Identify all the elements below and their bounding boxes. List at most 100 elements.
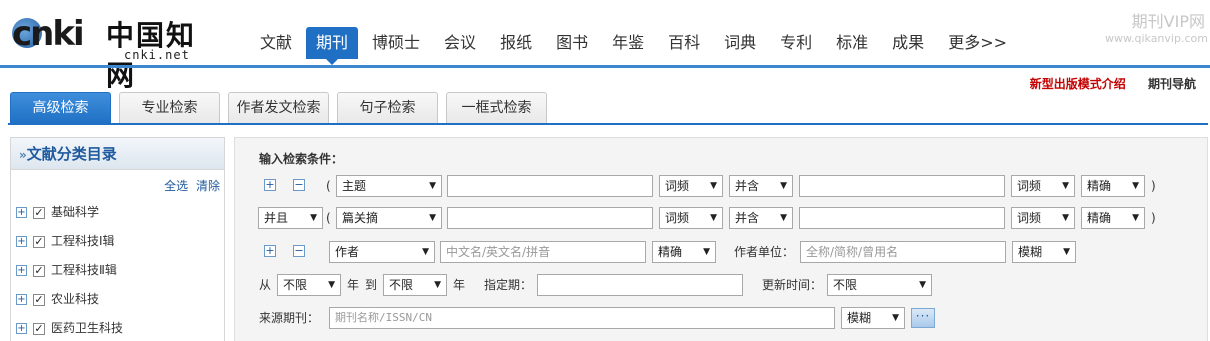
category-label: 工程科技Ⅰ辑 bbox=[51, 234, 115, 248]
nav-item-8[interactable]: 词典 bbox=[714, 27, 766, 59]
category-item[interactable]: + ✓ 工程科技Ⅰ辑 bbox=[11, 227, 224, 256]
nav-item-3[interactable]: 会议 bbox=[434, 27, 486, 59]
watermark-title: 期刊VIP网 bbox=[1131, 12, 1205, 31]
category-item[interactable]: + ✓ 农业科技 bbox=[11, 285, 224, 314]
match-select-2[interactable]: 精确 bbox=[1081, 207, 1145, 229]
paren-open: ( bbox=[326, 211, 331, 225]
update-time-select[interactable]: 不限 bbox=[827, 274, 932, 296]
author-unit-label: 作者单位： bbox=[734, 245, 795, 259]
unit-match-select[interactable]: 模糊 bbox=[1012, 241, 1076, 263]
cnki-logo[interactable]: cnki 中国知网 cnki.net bbox=[10, 12, 215, 92]
category-item[interactable]: + ✓ 基础科学 bbox=[11, 198, 224, 227]
nav-item-4[interactable]: 报纸 bbox=[490, 27, 542, 59]
main-nav: 文献 期刊 博硕士 会议 报纸 图书 年鉴 百科 词典 专利 标准 成果 更多>> bbox=[250, 27, 1021, 65]
year-label-2: 年 bbox=[453, 278, 466, 292]
category-item[interactable]: + ✓ 医药卫生科技 bbox=[11, 314, 224, 341]
nav-item-6[interactable]: 年鉴 bbox=[602, 27, 654, 59]
op-select-1[interactable]: 并含 bbox=[729, 175, 793, 197]
keyword-input-1b[interactable] bbox=[799, 175, 1005, 197]
freq-select-2b[interactable]: 词频 bbox=[1011, 207, 1075, 229]
add-author-button[interactable]: + bbox=[264, 245, 276, 257]
nav-item-5[interactable]: 图书 bbox=[546, 27, 598, 59]
category-label: 工程科技Ⅱ辑 bbox=[51, 263, 117, 277]
paren-open: ( bbox=[326, 179, 331, 193]
author-name-input[interactable]: 中文名/英文名/拼音 bbox=[440, 241, 646, 263]
category-label: 基础科学 bbox=[51, 205, 100, 219]
field-select-2[interactable]: 篇关摘 bbox=[336, 207, 442, 229]
freq-select-2a[interactable]: 词频 bbox=[659, 207, 723, 229]
sidebar-title: »文献分类目录 bbox=[11, 138, 224, 170]
category-label: 医药卫生科技 bbox=[51, 321, 124, 335]
paren-close: ) bbox=[1151, 179, 1156, 193]
sidebar-tools: 全选 清除 bbox=[11, 170, 224, 198]
keyword-input-2a[interactable] bbox=[447, 207, 653, 229]
nav-item-7[interactable]: 百科 bbox=[658, 27, 710, 59]
category-label: 农业科技 bbox=[51, 292, 100, 306]
search-conditions-label: 输入检索条件： bbox=[259, 152, 344, 166]
header: cnki 中国知网 cnki.net 文献 期刊 博硕士 会议 报纸 图书 年鉴 百科 词典 专利… bbox=[0, 0, 1210, 92]
category-checkbox[interactable]: ✓ bbox=[33, 293, 45, 306]
update-time-label: 更新时间： bbox=[762, 278, 823, 292]
category-checkbox[interactable]: ✓ bbox=[33, 264, 45, 277]
raquo-icon: » bbox=[19, 148, 27, 162]
category-checkbox[interactable]: ✓ bbox=[33, 235, 45, 248]
tab-underline bbox=[8, 123, 1208, 125]
tab-sentence-search[interactable]: 句子检索 bbox=[337, 92, 438, 124]
nav-item-1[interactable]: 期刊 bbox=[306, 27, 359, 65]
watermark: 期刊VIP网 www.qikanvip.com bbox=[1105, 8, 1208, 45]
remove-author-button[interactable]: − bbox=[293, 245, 305, 257]
expand-icon[interactable]: + bbox=[16, 207, 27, 218]
author-match-select[interactable]: 精确 bbox=[652, 241, 716, 263]
author-field-select[interactable]: 作者 bbox=[329, 241, 435, 263]
nav-item-2[interactable]: 博硕士 bbox=[362, 27, 430, 59]
match-select-1[interactable]: 精确 bbox=[1081, 175, 1145, 197]
nav-item-12[interactable]: 更多>> bbox=[938, 27, 1017, 59]
field-select-1[interactable]: 主题 bbox=[336, 175, 442, 197]
year-from-select[interactable]: 不限 bbox=[277, 274, 341, 296]
source-match-select[interactable]: 模糊 bbox=[841, 307, 905, 329]
source-journal-input[interactable]: 期刊名称/ISSN/CN bbox=[329, 307, 835, 329]
nav-item-9[interactable]: 专利 bbox=[770, 27, 822, 59]
journal-navigation-link[interactable]: 期刊导航 bbox=[1148, 77, 1196, 91]
keyword-input-2b[interactable] bbox=[799, 207, 1005, 229]
clear-link[interactable]: 清除 bbox=[196, 179, 220, 193]
watermark-url: www.qikanvip.com bbox=[1105, 32, 1208, 45]
from-label: 从 bbox=[259, 278, 272, 292]
remove-condition-button[interactable]: − bbox=[293, 179, 305, 191]
expand-icon[interactable]: + bbox=[16, 323, 27, 334]
expand-icon[interactable]: + bbox=[16, 236, 27, 247]
nav-item-0[interactable]: 文献 bbox=[250, 27, 302, 59]
tab-author-search[interactable]: 作者发文检索 bbox=[228, 92, 329, 124]
search-panel: 输入检索条件： + − ( 主题 词频 并含 词频 精确 ) 并且 ( 篇关摘 … bbox=[234, 137, 1208, 341]
nav-item-10[interactable]: 标准 bbox=[826, 27, 878, 59]
logo-url: cnki.net bbox=[124, 48, 190, 62]
freq-select-1a[interactable]: 词频 bbox=[659, 175, 723, 197]
category-checkbox[interactable]: ✓ bbox=[33, 322, 45, 335]
right-links: 新型出版模式介绍 期刊导航 bbox=[1012, 75, 1196, 92]
expand-icon[interactable]: + bbox=[16, 265, 27, 276]
select-all-link[interactable]: 全选 bbox=[164, 179, 188, 193]
tab-professional-search[interactable]: 专业检索 bbox=[119, 92, 220, 124]
source-journal-label: 来源期刊： bbox=[259, 311, 320, 325]
new-publishing-mode-link[interactable]: 新型出版模式介绍 bbox=[1030, 77, 1126, 91]
author-unit-input[interactable]: 全称/简称/曾用名 bbox=[800, 241, 1006, 263]
keyword-input-1a[interactable] bbox=[447, 175, 653, 197]
category-sidebar: »文献分类目录 全选 清除 + ✓ 基础科学 + ✓ 工程科技Ⅰ辑 + ✓ 工程科技Ⅱ辑 + ✓ 农业… bbox=[10, 137, 225, 341]
expand-icon[interactable]: + bbox=[16, 294, 27, 305]
tab-single-box-search[interactable]: 一框式检索 bbox=[446, 92, 547, 124]
freq-select-1b[interactable]: 词频 bbox=[1011, 175, 1075, 197]
year-to-select[interactable]: 不限 bbox=[383, 274, 447, 296]
nav-item-11[interactable]: 成果 bbox=[882, 27, 934, 59]
logic-select-2[interactable]: 并且 bbox=[258, 207, 323, 229]
category-item[interactable]: + ✓ 工程科技Ⅱ辑 bbox=[11, 256, 224, 285]
year-label: 年 bbox=[347, 278, 360, 292]
tab-advanced-search[interactable]: 高级检索 bbox=[10, 92, 111, 124]
more-options-button[interactable]: ··· bbox=[911, 308, 935, 328]
category-checkbox[interactable]: ✓ bbox=[33, 206, 45, 219]
category-list: + ✓ 基础科学 + ✓ 工程科技Ⅰ辑 + ✓ 工程科技Ⅱ辑 + ✓ 农业科技 + ✓ 医药卫生科技 bbox=[11, 198, 224, 341]
period-input[interactable] bbox=[537, 274, 743, 296]
paren-close: ) bbox=[1151, 211, 1156, 225]
op-select-2[interactable]: 并含 bbox=[729, 207, 793, 229]
add-condition-button[interactable]: + bbox=[264, 179, 276, 191]
sidebar-title-text: 文献分类目录 bbox=[26, 145, 117, 163]
